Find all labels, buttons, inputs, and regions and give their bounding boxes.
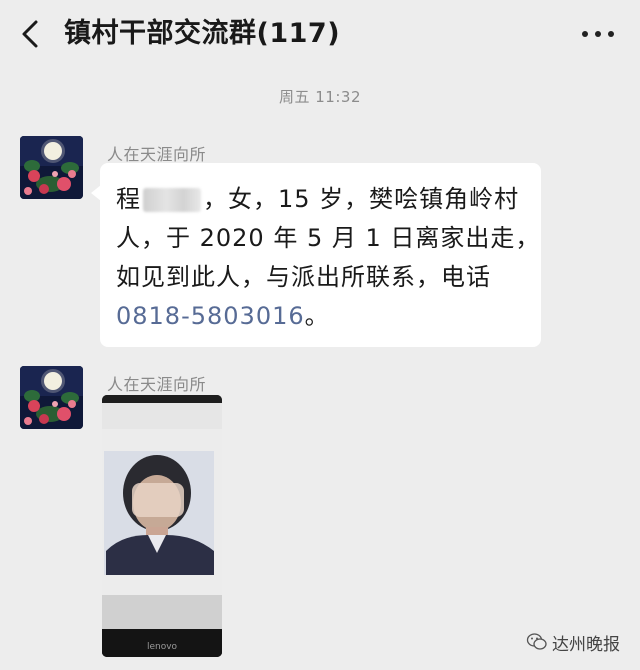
sender-avatar[interactable] xyxy=(20,136,83,199)
sender-avatar[interactable] xyxy=(20,366,83,429)
sender-name: 人在天涯向所 xyxy=(107,375,207,394)
more-options-button[interactable] xyxy=(580,22,616,46)
message-line: 人，于 2020 年 5 月 1 日离家出走， xyxy=(116,224,541,252)
message-line: 如见到此人，与派出所联系，电话 xyxy=(116,263,491,291)
chat-header: 镇村干部交流群(117) xyxy=(0,0,640,68)
watermark-text: 达州晚报 xyxy=(552,634,620,655)
message-line: 程，女，15 岁，樊哙镇角岭村 xyxy=(116,185,520,213)
moon-flowers-avatar-icon xyxy=(20,136,83,199)
phone-number-link[interactable]: 0818-5803016 xyxy=(116,302,305,330)
lenovo-logo-text: lenovo xyxy=(147,642,178,652)
image-message[interactable]: lenovo xyxy=(102,395,222,657)
chat-title: 镇村干部交流群(117) xyxy=(64,18,341,49)
wechat-logo-icon xyxy=(526,633,547,650)
message-line: 0818-5803016。 xyxy=(116,302,330,330)
text-message-bubble[interactable]: 程，女，15 岁，樊哙镇角岭村 人，于 2020 年 5 月 1 日离家出走， … xyxy=(91,163,541,347)
blurred-name xyxy=(143,188,201,212)
sender-name: 人在天涯向所 xyxy=(107,145,207,164)
watermark: 达州晚报 xyxy=(526,628,620,656)
missing-person-photo: lenovo xyxy=(102,395,222,657)
back-button[interactable] xyxy=(14,16,50,52)
message-timestamp: 周五 11:32 xyxy=(279,88,361,106)
chevron-left-icon xyxy=(22,20,38,48)
more-dots-icon xyxy=(582,31,588,37)
moon-flowers-avatar-icon xyxy=(20,366,83,429)
